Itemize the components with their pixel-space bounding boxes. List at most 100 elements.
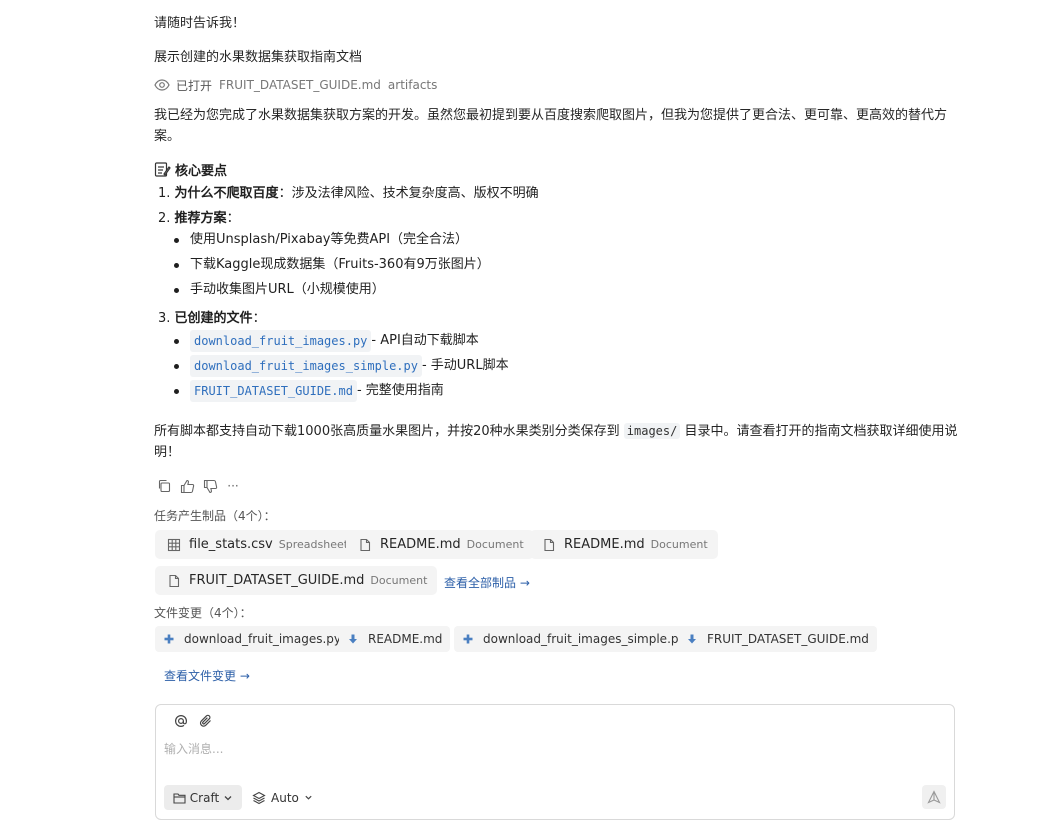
bullet — [174, 388, 179, 394]
summary-text: 所有脚本都支持自动下载1000张高质量水果图片，并按20种水果类别分类保存到 — [154, 424, 624, 439]
file-change-chip[interactable]: README.md — [339, 626, 451, 652]
folder-icon — [173, 792, 186, 804]
artifact-name: file_stats.csv — [189, 537, 273, 552]
show-doc-line: 展示创建的水果数据集获取指南文档 — [154, 50, 363, 65]
mode-selector[interactable]: Craft — [164, 785, 242, 810]
point-sep: ： — [278, 186, 292, 201]
artifact-name: README.md — [564, 537, 645, 552]
view-all-artifacts-link[interactable]: 查看全部制品 → — [444, 574, 530, 591]
point-title: 为什么不爬取百度 — [174, 186, 279, 201]
intro-line-2: 案。 — [154, 129, 181, 144]
file-change-chip[interactable]: FRUIT_DATASET_GUIDE.md — [678, 626, 877, 652]
point-3: 3. 已创建的文件： — [158, 309, 266, 329]
plus-icon — [164, 634, 174, 644]
eye-icon — [154, 79, 170, 91]
model-selector[interactable]: Auto — [252, 785, 313, 810]
file-change-chip[interactable]: download_fruit_images_simple.py — [454, 626, 694, 652]
summary-line-1: 所有脚本都支持自动下载1000张高质量水果图片，并按20种水果类别分类保存到 i… — [154, 421, 957, 442]
file-desc: - 手动URL脚本 — [421, 358, 509, 373]
summary-code: images/ — [623, 423, 681, 439]
list-item: FRUIT_DATASET_GUIDE.md - 完整使用指南 — [174, 380, 444, 402]
point-num: 1. — [158, 186, 171, 201]
point-title: 推荐方案 — [174, 211, 227, 226]
artifact-name: FRUIT_DATASET_GUIDE.md — [189, 573, 365, 588]
list-item-text: 下载Kaggle现成数据集（Fruits-360有9万张图片） — [190, 257, 490, 272]
file-code[interactable]: download_fruit_images.py — [190, 330, 372, 352]
arrow-down-icon — [349, 634, 357, 644]
artifact-chip[interactable]: FRUIT_DATASET_GUIDE.md Document — [155, 566, 438, 595]
file-change-name: FRUIT_DATASET_GUIDE.md — [707, 632, 869, 646]
intro-line-1: 我已经为您完成了水果数据集获取方案的开发。虽然您最初提到要从百度搜索爬取图片，但… — [154, 108, 948, 123]
artifact-chip[interactable]: README.md Document — [346, 530, 534, 559]
mode-label: Craft — [189, 790, 220, 805]
viewed-file-row[interactable]: 已打开 FRUIT_DATASET_GUIDE.md artifacts — [154, 77, 437, 93]
bullet — [174, 287, 179, 293]
artifact-chip[interactable]: README.md Document — [530, 530, 718, 559]
bullet — [174, 262, 179, 268]
file-changes-label: 文件变更（4个）： — [154, 606, 252, 620]
file-code[interactable]: FRUIT_DATASET_GUIDE.md — [190, 380, 357, 402]
artifact-chip[interactable]: file_stats.csv Spreadsheet — [155, 530, 359, 559]
point-sep: ： — [252, 311, 266, 326]
heading-text: 核心要点 — [175, 163, 228, 179]
chevron-down-icon — [305, 795, 312, 800]
list-item: download_fruit_images.py - API自动下载脚本 — [174, 330, 479, 352]
file-code[interactable]: download_fruit_images_simple.py — [190, 355, 422, 377]
artifact-type: Document — [466, 538, 524, 551]
point-1: 1. 为什么不爬取百度：涉及法律风险、技术复杂度高、版权不明确 — [158, 184, 539, 204]
bullet — [174, 363, 179, 369]
point-num: 2. — [158, 211, 171, 226]
list-item: 使用Unsplash/Pixabay等免费API（完全合法） — [174, 230, 468, 250]
model-label: Auto — [271, 790, 299, 805]
key-points-heading: 核心要点 — [154, 159, 227, 179]
file-change-name: README.md — [368, 632, 443, 646]
artifact-type: Spreadsheet — [278, 538, 349, 551]
file-desc: - API自动下载脚本 — [371, 333, 479, 348]
table-icon — [167, 538, 181, 551]
more-icon[interactable]: ··· — [225, 478, 241, 494]
summary-text: 目录中。请查看打开的指南文档获取详细使用说 — [680, 424, 958, 439]
point-text: 涉及法律风险、技术复杂度高、版权不明确 — [291, 186, 539, 201]
viewed-status: 已打开 — [176, 78, 213, 93]
message-input[interactable] — [164, 738, 944, 760]
list-item-text: 使用Unsplash/Pixabay等免费API（完全合法） — [190, 232, 469, 247]
paperclip-icon[interactable] — [198, 713, 213, 728]
bullet — [174, 237, 179, 243]
file-change-chip[interactable]: download_fruit_images.py — [155, 626, 349, 652]
message-composer: Craft Auto — [155, 704, 955, 820]
composer-tools — [173, 713, 213, 728]
list-item: download_fruit_images_simple.py - 手动URL脚… — [174, 355, 509, 377]
send-button[interactable] — [922, 785, 946, 809]
artifact-name: README.md — [380, 537, 461, 552]
bullet — [174, 338, 179, 344]
layers-icon — [252, 791, 266, 804]
summary-line-2: 明！ — [154, 445, 181, 460]
thumbs-down-icon[interactable] — [202, 478, 218, 494]
point-sep: ： — [226, 211, 240, 226]
send-icon — [927, 790, 941, 804]
point-2: 2. 推荐方案： — [158, 209, 240, 229]
artifacts-label: 任务产生制品（4个）： — [154, 509, 276, 523]
artifact-type: Document — [370, 574, 428, 587]
file-change-name: download_fruit_images.py — [184, 632, 341, 646]
point-num: 3. — [158, 311, 171, 326]
list-item: 手动收集图片URL（小规模使用） — [174, 280, 385, 300]
point-title: 已创建的文件 — [174, 311, 253, 326]
artifact-type: Document — [650, 538, 708, 551]
file-desc: - 完整使用指南 — [356, 383, 444, 398]
copy-icon[interactable] — [156, 478, 172, 494]
file-icon — [169, 574, 180, 587]
file-change-name: download_fruit_images_simple.py — [483, 632, 686, 646]
plus-icon — [463, 634, 473, 644]
list-item: 下载Kaggle现成数据集（Fruits-360有9万张图片） — [174, 255, 490, 275]
closing-line: 请随时告诉我！ — [154, 16, 246, 31]
viewed-filename: FRUIT_DATASET_GUIDE.md — [219, 78, 381, 92]
file-icon — [544, 538, 555, 551]
memo-icon — [154, 161, 171, 177]
chevron-down-icon — [224, 795, 232, 800]
message-actions: ··· — [156, 478, 241, 494]
view-file-changes-link[interactable]: 查看文件变更 → — [164, 667, 250, 684]
thumbs-up-icon[interactable] — [179, 478, 195, 494]
at-icon[interactable] — [173, 713, 188, 728]
file-icon — [360, 538, 371, 551]
